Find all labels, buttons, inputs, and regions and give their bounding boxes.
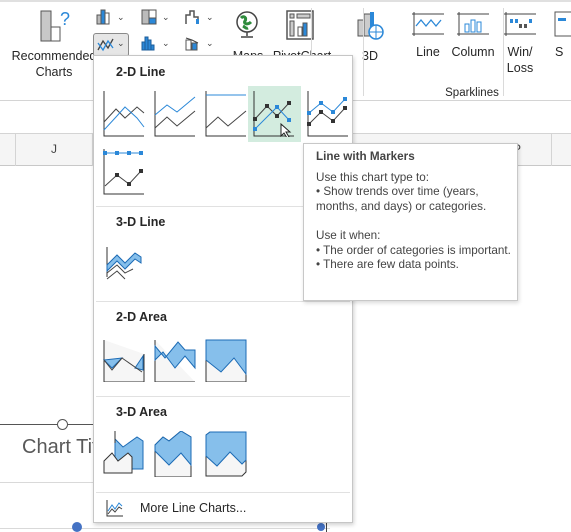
line-chart-icon [97, 38, 114, 52]
3d-area-icon [103, 431, 144, 474]
recommended-label-1: Recommended [11, 49, 97, 63]
area-chart-icon [103, 340, 145, 382]
tooltip-line: • Show trends over time (years, months, … [316, 185, 487, 213]
combo-chart-icon [185, 37, 199, 51]
sparkline-column-button[interactable]: Column [450, 10, 496, 66]
waterfall-chart-icon [185, 10, 199, 24]
sparkline-column-icon [457, 12, 489, 36]
sparkline-winloss-button[interactable]: Win/ Loss [502, 10, 538, 80]
sparkline-line-icon [412, 12, 444, 36]
recommended-label-2: Charts [35, 65, 73, 79]
tooltip-line: • The order of categories is important. [316, 243, 511, 257]
chevron-down-icon: ⌄ [117, 12, 125, 22]
slicer-button[interactable]: S [552, 10, 571, 66]
hierarchy-chart-button[interactable]: ⌄ [140, 8, 170, 28]
3d-label: 3D [362, 49, 378, 63]
gallery-line-with-markers[interactable] [248, 86, 301, 142]
section-2d-line: 2-D Line [116, 65, 166, 79]
data-marker [317, 523, 325, 531]
gallery-area[interactable] [98, 331, 148, 387]
sparkline-line-label: Line [416, 45, 440, 59]
svg-text:?: ? [60, 10, 70, 29]
chevron-down-icon: ⌄ [206, 12, 214, 22]
stacked-area-icon [154, 340, 196, 382]
3d-map-icon [357, 12, 384, 40]
chevron-down-icon: ⌄ [162, 12, 170, 22]
sparkline-winloss-icon [504, 12, 536, 36]
column-chart-button[interactable]: ⌄ [95, 8, 125, 28]
chevron-down-icon: ⌄ [117, 38, 125, 48]
sparkline-line-button[interactable]: Line [410, 10, 446, 66]
gallery-stacked-line-markers[interactable] [302, 86, 352, 142]
line-with-markers-icon [253, 91, 294, 137]
scatter-chart-button[interactable]: ⌄ [184, 34, 214, 54]
statistic-chart-icon [141, 36, 155, 51]
stacked-line-markers-icon [307, 91, 348, 137]
line-chart-button[interactable]: ⌄ [93, 33, 129, 57]
gallery-3d-stacked-area[interactable] [149, 426, 199, 482]
100-stacked-line-icon [205, 91, 247, 137]
gallery-stacked-line[interactable] [149, 86, 199, 142]
section-3d-line: 3-D Line [116, 215, 166, 229]
100-stacked-area-icon [205, 339, 247, 382]
3d-100-stacked-area-icon [205, 431, 247, 477]
tooltip-title: Line with Markers [316, 150, 415, 163]
3d-stacked-area-icon [154, 431, 192, 477]
more-line-charts-item[interactable]: More Line Charts... [106, 497, 342, 521]
gallery-100-stacked-line-markers[interactable] [98, 144, 148, 200]
tooltip-line: Use this chart type to: [316, 170, 430, 184]
tooltip: Line with Markers Use this chart type to… [303, 143, 518, 301]
gallery-100-stacked-area[interactable] [200, 331, 250, 387]
tooltip-line: Use it when: [316, 228, 381, 242]
sparklines-group-label: Sparklines [445, 87, 499, 99]
section-3d-area: 3-D Area [116, 405, 167, 419]
winloss-label-1: Win/ [507, 45, 533, 59]
winloss-label-2: Loss [506, 61, 534, 75]
slicer-icon [554, 11, 571, 37]
globe-icon [236, 11, 258, 38]
tooltip-spacer [316, 214, 517, 229]
gallery-stacked-area[interactable] [149, 331, 199, 387]
100-stacked-line-markers-icon [103, 149, 144, 195]
column-j-header[interactable]: J [16, 142, 92, 156]
gallery-3d-line[interactable] [98, 236, 148, 292]
line-chart-icon [103, 91, 145, 137]
recommended-charts-button[interactable]: ? Recommended Charts [8, 6, 100, 86]
recommended-charts-icon: ? [40, 10, 70, 42]
more-charts-icon [106, 500, 123, 517]
gallery-3d-100-stacked-area[interactable] [200, 426, 250, 482]
chevron-down-icon: ⌄ [206, 38, 214, 48]
slicer-label: S [555, 45, 564, 59]
chart-title[interactable]: Chart Tit [22, 436, 98, 459]
section-2d-area: 2-D Area [116, 310, 167, 324]
hierarchy-chart-icon [141, 9, 157, 25]
resize-handle[interactable] [57, 419, 68, 430]
chevron-down-icon: ⌄ [162, 38, 170, 48]
statistic-chart-button[interactable]: ⌄ [140, 34, 170, 54]
column-chart-icon [96, 9, 110, 25]
sparkline-column-label: Column [451, 45, 495, 59]
gallery-100-stacked-line[interactable] [200, 86, 250, 142]
stacked-line-icon [154, 91, 196, 137]
waterfall-chart-button[interactable]: ⌄ [184, 8, 214, 28]
gallery-3d-area[interactable] [98, 426, 148, 482]
data-marker [72, 522, 82, 532]
3d-map-button[interactable]: 3D [352, 6, 388, 66]
tooltip-line: • There are few data points. [316, 258, 459, 272]
3d-line-icon [106, 247, 142, 280]
more-line-charts-label: More Line Charts... [140, 501, 247, 515]
gallery-line[interactable] [98, 86, 148, 142]
